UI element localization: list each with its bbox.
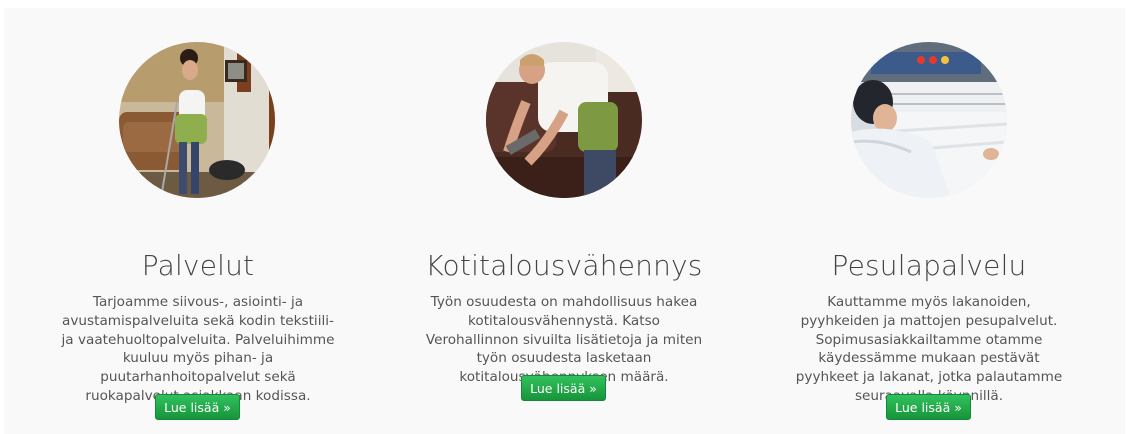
read-more-button[interactable]: Lue lisää » (155, 394, 240, 420)
service-description: Kauttamme myös lakanoiden, pyyhkeiden ja… (795, 294, 1063, 404)
service-title: Palvelut (141, 249, 255, 282)
read-more-button[interactable]: Lue lisää » (521, 375, 606, 401)
sofa-cleaning-photo (486, 42, 642, 198)
service-description: Tarjoamme siivous-, asiointi- ja avustam… (61, 294, 335, 404)
read-more-button[interactable]: Lue lisää » (886, 394, 971, 420)
services-section: Palvelut Tarjoamme siivous-, asiointi- j… (4, 8, 1125, 434)
service-description: Työn osuudesta on mahdollisuus hakea kot… (425, 294, 703, 386)
service-kotitalousvahennys: Kotitalousvähennys Työn osuudesta on mah… (384, 8, 744, 434)
cleaner-vacuuming-photo (119, 42, 275, 198)
service-pesulapalvelu: Pesulapalvelu Kauttamme myös lakanoiden,… (749, 8, 1109, 434)
service-title: Kotitalousvähennys (425, 249, 703, 282)
service-palvelut: Palvelut Tarjoamme siivous-, asiointi- j… (18, 8, 378, 434)
laundry-ironing-photo (851, 42, 1007, 198)
service-title: Pesulapalvelu (831, 249, 1027, 282)
